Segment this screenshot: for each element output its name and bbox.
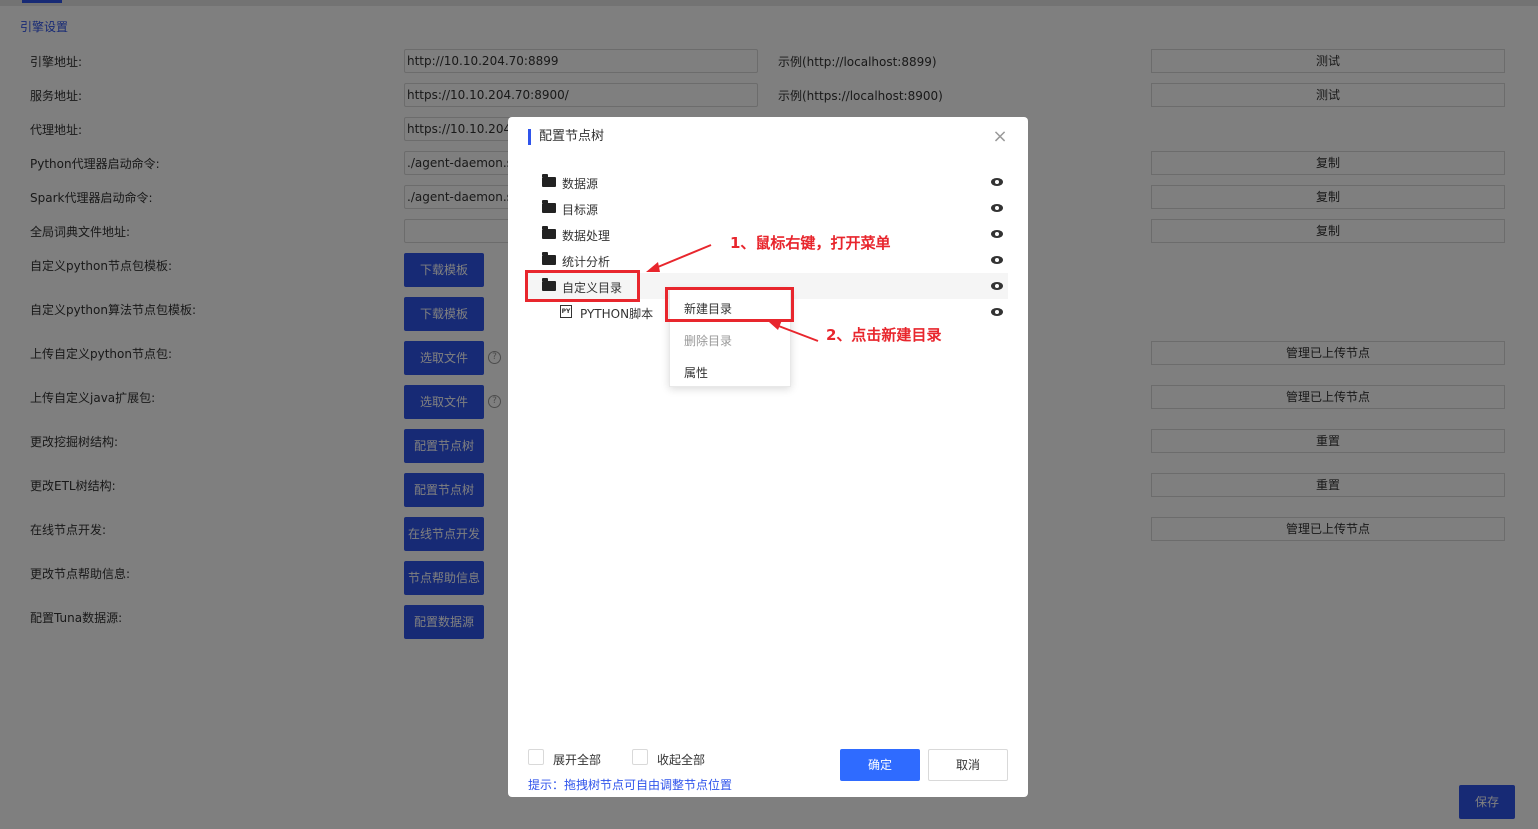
expand-all-label[interactable]: 展开全部 bbox=[553, 751, 601, 768]
highlight-box-new-directory bbox=[665, 287, 794, 322]
folder-icon bbox=[542, 252, 556, 265]
folder-icon bbox=[542, 226, 556, 239]
highlight-box-custom-directory bbox=[525, 270, 640, 302]
tree-node-label: 目标源 bbox=[562, 203, 599, 217]
expand-all-checkbox[interactable] bbox=[528, 749, 544, 765]
drag-hint: 提示：拖拽树节点可自由调整节点位置 bbox=[528, 778, 733, 792]
configure-tree-modal: 配置节点树 × 数据源 目标源 数据处理 统计分析 自定义目录 PY PYTHO… bbox=[508, 117, 1028, 797]
collapse-all-checkbox[interactable] bbox=[632, 749, 648, 765]
menu-item-properties[interactable]: 属性 bbox=[684, 364, 708, 381]
modal-title: 配置节点树 bbox=[528, 129, 604, 145]
tree-node-label: 统计分析 bbox=[562, 255, 611, 269]
folder-icon bbox=[542, 200, 556, 213]
tree-node-label: 数据处理 bbox=[562, 229, 611, 243]
eye-icon[interactable] bbox=[991, 308, 1003, 316]
tree-node[interactable]: 数据源 bbox=[526, 169, 1008, 195]
eye-icon[interactable] bbox=[991, 282, 1003, 290]
tree-node-label: 数据源 bbox=[562, 177, 599, 191]
cancel-button[interactable]: 取消 bbox=[928, 749, 1008, 781]
annotation-step2: 2、点击新建目录 bbox=[826, 326, 942, 344]
tree-node-label: PYTHON脚本 bbox=[580, 307, 654, 321]
eye-icon[interactable] bbox=[991, 178, 1003, 186]
eye-icon[interactable] bbox=[991, 204, 1003, 212]
annotation-step1: 1、鼠标右键，打开菜单 bbox=[730, 234, 891, 252]
close-icon[interactable]: × bbox=[992, 127, 1008, 147]
eye-icon[interactable] bbox=[991, 230, 1003, 238]
folder-icon bbox=[542, 174, 556, 187]
collapse-all-label[interactable]: 收起全部 bbox=[657, 751, 705, 768]
ok-button[interactable]: 确定 bbox=[840, 749, 920, 781]
python-file-icon: PY bbox=[560, 305, 572, 318]
eye-icon[interactable] bbox=[991, 256, 1003, 264]
menu-item-delete-directory[interactable]: 删除目录 bbox=[684, 332, 732, 349]
tree-node[interactable]: 目标源 bbox=[526, 195, 1008, 221]
